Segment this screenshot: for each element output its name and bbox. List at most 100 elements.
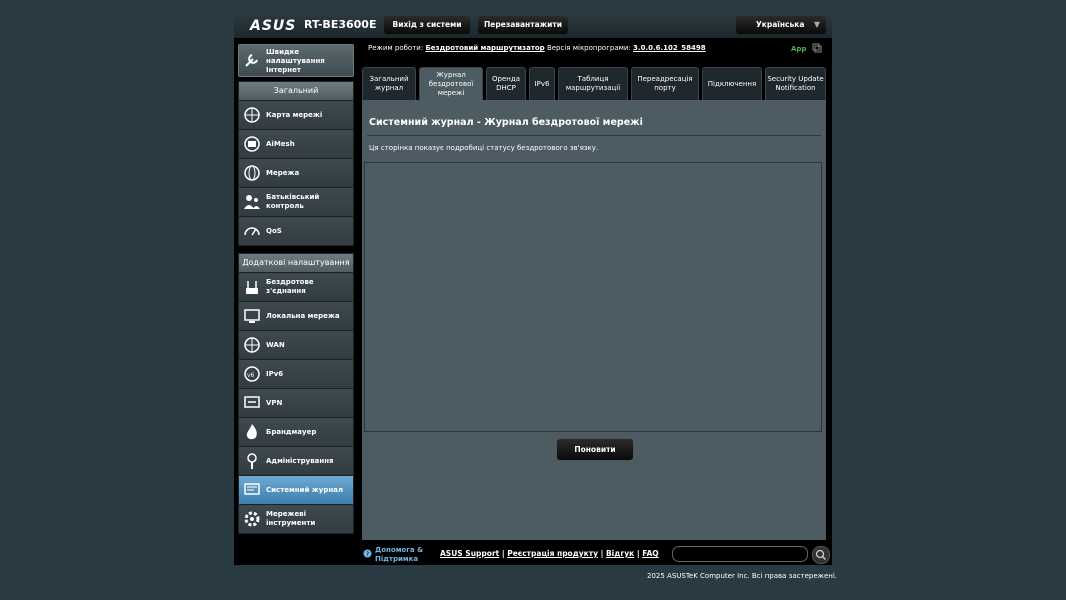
wireless-icon [246,281,258,294]
tab-wireless-log[interactable]: Журнал бездротової мережі [419,67,483,100]
firewall-icon [246,424,257,440]
tab-ipv6[interactable]: IPv6 [529,67,555,100]
status-line: Режим роботи: Бездротовий маршрутизатор … [368,44,706,52]
system-log-icon [244,483,260,495]
sidebar-item-network-map[interactable]: Карта мережі [239,100,353,129]
main-content-panel: Системний журнал - Журнал бездротової ме… [362,100,826,540]
tab-general-log[interactable]: Загальний журнал [362,67,416,100]
copy-icon[interactable] [812,43,822,53]
sidebar-item-label: QoS [266,227,282,235]
top-bar: ASUS RT-BE3600E Вихід з системи Перезава… [234,12,832,38]
sidebar-item-wan[interactable]: WAN [239,330,353,359]
asus-logo[interactable]: ASUS [250,18,296,34]
sidebar-item-label: Адміністрування [266,457,334,465]
sidebar-item-label: Системний журнал [266,486,344,494]
wireless-log-textarea[interactable] [364,162,822,432]
model-name: RT-BE3600E [304,18,377,31]
sidebar-item-label: AiMesh [266,140,295,148]
page-description: Ця сторінка показує подробиці статусу бе… [369,144,599,152]
sidebar-item-administration[interactable]: Адміністрування [239,446,353,475]
page-title: Системний журнал - Журнал бездротової ме… [369,117,643,128]
sidebar-item-label: IPv6 [266,370,284,378]
sidebar-advanced-group: Додаткові налаштування Бездротове з'єдна… [238,253,354,534]
tab-label: Загальний журнал [369,75,409,92]
faq-link[interactable]: FAQ [642,549,658,558]
tab-label: Переадресація порту [637,75,693,92]
sidebar-item-lan[interactable]: Локальна мережа [239,301,353,330]
sidebar-item-label: Батьківський контроль [266,193,320,210]
title-divider [367,135,821,136]
sidebar-item-qos[interactable]: QoS [239,216,353,245]
sidebar-item-vpn[interactable]: VPN [239,388,353,417]
sidebar-item-label: Бездротове з'єднання [266,278,314,295]
firmware-label: Версія мікропрограми: [546,44,631,52]
vpn-icon [244,396,260,408]
lan-icon [244,309,260,323]
sidebar-item-aimesh[interactable]: AiMesh [239,129,353,158]
language-select[interactable]: Українська ▼ [736,16,826,34]
tab-connections[interactable]: Підключення [702,67,762,100]
sidebar-item-ipv6[interactable]: v6 IPv6 [239,359,353,388]
tab-label: Підключення [707,79,757,88]
svg-text:v6: v6 [247,372,255,379]
firmware-value-link[interactable]: 3.0.0.6.102_58498 [633,44,706,52]
sidebar-item-parental-control[interactable]: Батьківський контроль [239,187,353,216]
tab-label: Оренда DHCP [492,75,520,92]
chevron-down-icon: ▼ [813,20,820,29]
mode-label: Режим роботи: [368,44,424,52]
sidebar-item-label: Мережеві інструменти [266,510,316,527]
qos-icon [244,227,260,236]
sidebar-item-network[interactable]: Мережа [239,158,353,187]
router-admin-frame: ASUS RT-BE3600E Вихід з системи Перезава… [234,12,832,565]
sidebar-item-label: WAN [266,341,285,349]
footer-links: ASUS Support | Реєстрація продукту | Від… [440,549,659,558]
network-map-icon [244,107,260,123]
sidebar-advanced-header: Додаткові налаштування [239,254,353,272]
quick-internet-setup-button[interactable]: Швидке налаштування Інтернет [238,44,354,77]
reboot-button[interactable]: Перезавантажити [478,16,568,34]
wrench-icon [245,54,258,67]
sidebar-general-header: Загальний [239,82,353,100]
sidebar-item-label: Карта мережі [266,111,323,119]
network-tools-icon [244,511,260,527]
sidebar-item-label: Брандмауер [266,428,317,436]
administration-icon [247,453,257,469]
logout-button[interactable]: Вихід з системи [384,16,470,34]
tab-label: Таблиця маршрутизації [565,75,621,92]
help-icon: ? [363,549,372,558]
refresh-button[interactable]: Поновити [556,438,634,461]
sidebar-item-label: Локальна мережа [266,312,340,320]
sidebar-item-system-log[interactable]: Системний журнал [239,475,353,504]
parental-control-icon [244,195,260,209]
tab-dhcp-leases[interactable]: Оренда DHCP [486,67,526,100]
sidebar-general-group: Загальний Карта мережі AiMesh Мережа Бат… [238,81,354,246]
language-value: Українська [756,20,805,29]
feedback-link[interactable]: Відгук [606,549,634,558]
search-input[interactable] [672,546,808,562]
search-button[interactable] [812,546,830,564]
svg-text:?: ? [366,551,369,558]
network-icon [244,165,260,181]
app-label[interactable]: App [791,45,806,53]
sidebar-item-wireless[interactable]: Бездротове з'єднання [239,272,353,301]
sidebar-item-label: Мережа [266,169,300,177]
help-support-link[interactable]: Допомога & Підтримка [375,546,431,564]
asus-support-link[interactable]: ASUS Support [440,549,499,558]
sidebar-item-label: VPN [266,399,283,407]
ipv6-icon: v6 [244,366,260,382]
tab-label: Журнал бездротової мережі [428,70,474,97]
tab-label: IPv6 [534,79,550,88]
search-icon [815,549,827,561]
tab-routing-table[interactable]: Таблиця маршрутизації [558,67,628,100]
tab-label: Security Update Notification [767,75,824,92]
sidebar-item-network-tools[interactable]: Мережеві інструменти [239,504,353,533]
wan-icon [244,337,260,353]
sidebar-item-firewall[interactable]: Брандмауер [239,417,353,446]
copyright-text: 2025 ASUSTeK Computer Inc. Всі права зас… [647,572,837,580]
quick-setup-label: Швидке налаштування Інтернет [266,48,325,74]
mode-value-link[interactable]: Бездротовий маршрутизатор [425,44,544,52]
product-registration-link[interactable]: Реєстрація продукту [507,549,598,558]
tab-port-forwarding[interactable]: Переадресація порту [631,67,699,100]
aimesh-icon [244,136,260,152]
tab-security-update-notification[interactable]: Security Update Notification [765,67,826,100]
